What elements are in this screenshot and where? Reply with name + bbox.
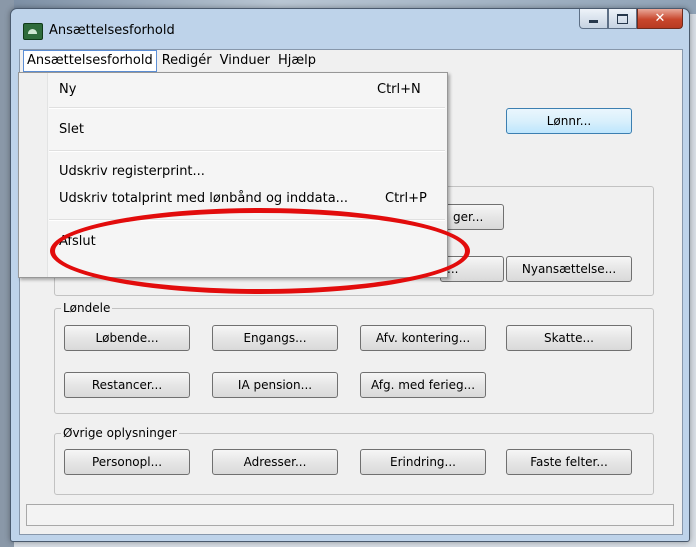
afv-kontering-button[interactable]: Afv. kontering... [360, 325, 486, 351]
menu-ansaettelsesforhold[interactable]: Ansættelsesforhold [23, 50, 157, 72]
window-title: Ansættelsesforhold [49, 23, 175, 38]
faste-felter-button[interactable]: Faste felter... [506, 449, 632, 475]
lobende-button[interactable]: Løbende... [64, 325, 190, 351]
londele-title: Løndele [61, 301, 113, 315]
menu-hjaelp[interactable]: Hjælp [275, 51, 319, 71]
app-icon [23, 23, 43, 40]
menu-item-ny-label: Ny [59, 82, 77, 97]
menu-item-udskriv-totalprint-shortcut: Ctrl+P [385, 191, 427, 206]
menu-separator [49, 107, 445, 109]
partial-button-1[interactable]: ger... [440, 204, 504, 230]
menu-separator [49, 150, 445, 152]
menu-separator [49, 219, 445, 221]
afg-med-ferieg-button[interactable]: Afg. med ferieg... [360, 372, 486, 398]
maximize-button[interactable] [608, 9, 637, 29]
lonnr-button[interactable]: Lønnr... [506, 108, 632, 134]
engangs-button[interactable]: Engangs... [212, 325, 338, 351]
close-icon: ✕ [654, 11, 666, 26]
menu-vinduer[interactable]: Vinduer [217, 51, 273, 71]
minimize-icon [589, 20, 598, 23]
menu-item-slet-label: Slet [59, 122, 84, 137]
menu-rediger[interactable]: Redigér [159, 51, 215, 71]
partial-button-2[interactable]: ... [440, 256, 504, 282]
window-controls: ✕ [579, 9, 683, 29]
menu-item-udskriv-registerprint-label: Udskriv registerprint... [59, 164, 205, 179]
menu-icon-strip [19, 73, 48, 277]
personopl-button[interactable]: Personopl... [64, 449, 190, 475]
menu-item-ny-shortcut: Ctrl+N [377, 82, 421, 97]
maximize-icon [617, 13, 628, 24]
ansaettelsesforhold-menu: Ny Ctrl+N Slet Udskriv registerprint... … [18, 72, 448, 278]
client-area: Ansættelsesforhold Redigér Vinduer Hjælp… [18, 49, 683, 535]
ovrige-title: Øvrige oplysninger [61, 426, 179, 440]
restancer-button[interactable]: Restancer... [64, 372, 190, 398]
adresser-button[interactable]: Adresser... [212, 449, 338, 475]
erindring-button[interactable]: Erindring... [360, 449, 486, 475]
menu-item-afslut-label: Afslut [59, 234, 96, 249]
skatte-button[interactable]: Skatte... [506, 325, 632, 351]
londele-group: Løndele [54, 301, 654, 414]
status-bar [26, 504, 674, 526]
menu-item-udskriv-totalprint-label: Udskriv totalprint med lønbånd og inddat… [59, 191, 349, 206]
main-window: Ansættelsesforhold ✕ Ansættelsesforhold … [10, 8, 690, 542]
nyansaettelse-button[interactable]: Nyansættelse... [506, 256, 632, 282]
menu-bar: Ansættelsesforhold Redigér Vinduer Hjælp [20, 50, 682, 72]
title-bar[interactable]: Ansættelsesforhold ✕ [11, 9, 689, 51]
minimize-button[interactable] [579, 9, 608, 29]
ia-pension-button[interactable]: IA pension... [212, 372, 338, 398]
close-button[interactable]: ✕ [637, 9, 683, 29]
